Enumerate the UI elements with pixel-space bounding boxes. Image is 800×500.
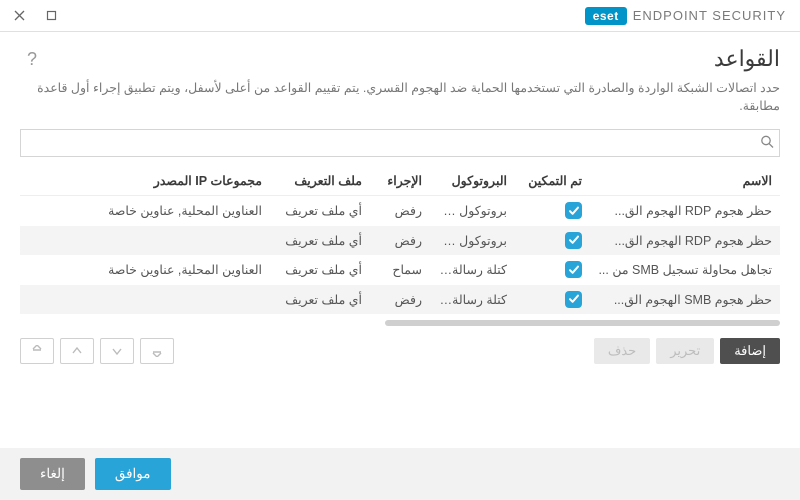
cell-name: حظر هجوم SMB الهجوم الق... [590,285,780,315]
cell-action: رفض [370,285,430,315]
col-enabled[interactable]: تم التمكين [515,166,590,196]
delete-button: حذف [594,338,650,364]
cell-ipgroups: العناوين المحلية, عناوين خاصة [20,196,270,226]
move-down-icon [100,338,134,364]
maximize-icon[interactable] [36,2,66,30]
table-row[interactable]: حظر هجوم SMB الهجوم الق... كتلة رسالة الخ… [20,285,780,315]
move-up-icon [60,338,94,364]
cell-protocol: بروتوكول س... [430,226,515,256]
cell-name: تجاهل محاولة تسجيل SMB من ... [590,255,780,285]
move-top-icon [20,338,54,364]
checkbox-icon[interactable] [565,291,582,308]
table-row[interactable]: حظر هجوم RDP الهجوم الق... بروتوكول س...ر… [20,196,780,226]
search-input[interactable] [20,129,780,157]
page-description: حدد اتصالات الشبكة الواردة والصادرة التي… [20,80,780,115]
table-row[interactable]: تجاهل محاولة تسجيل SMB من ... كتلة رسالة … [20,255,780,285]
dialog-footer: إلغاء موافق [0,448,800,500]
col-profile[interactable]: ملف التعريف [270,166,370,196]
col-action[interactable]: الإجراء [370,166,430,196]
cell-protocol: كتلة رسالة الخ... [430,285,515,315]
move-bottom-icon [140,338,174,364]
checkbox-icon[interactable] [565,232,582,249]
cell-name: حظر هجوم RDP الهجوم الق... [590,196,780,226]
brand-badge: eset [585,7,627,25]
edit-button: تحرير [656,338,714,364]
table-row[interactable]: حظر هجوم RDP الهجوم الق... بروتوكول س...ر… [20,226,780,256]
cell-profile: أي ملف تعريف [270,255,370,285]
cell-protocol: كتلة رسالة الخ... [430,255,515,285]
checkbox-icon[interactable] [565,202,582,219]
cell-enabled[interactable] [515,196,590,226]
titlebar: eset ENDPOINT SECURITY [0,0,800,32]
rules-table: الاسم تم التمكين البروتوكول الإجراء ملف … [20,165,780,328]
cell-profile: أي ملف تعريف [270,285,370,315]
cell-profile: أي ملف تعريف [270,226,370,256]
cancel-button[interactable]: إلغاء [20,458,85,490]
cell-protocol: بروتوكول س... [430,196,515,226]
help-icon[interactable]: ? [20,47,44,71]
col-ipgroups[interactable]: مجموعات IP المصدر [20,166,270,196]
ok-button[interactable]: موافق [95,458,171,490]
cell-profile: أي ملف تعريف [270,196,370,226]
page-title: القواعد [714,46,780,72]
col-name[interactable]: الاسم [590,166,780,196]
cell-action: رفض [370,196,430,226]
close-icon[interactable] [4,2,34,30]
checkbox-icon[interactable] [565,261,582,278]
cell-enabled[interactable] [515,255,590,285]
cell-ipgroups [20,285,270,315]
cell-action: سماح [370,255,430,285]
cell-ipgroups [20,226,270,256]
cell-enabled[interactable] [515,226,590,256]
cell-ipgroups: العناوين المحلية, عناوين خاصة [20,255,270,285]
cell-action: رفض [370,226,430,256]
product-name: ENDPOINT SECURITY [633,8,786,23]
horizontal-scrollbar[interactable] [20,320,780,328]
cell-enabled[interactable] [515,285,590,315]
cell-name: حظر هجوم RDP الهجوم الق... [590,226,780,256]
col-protocol[interactable]: البروتوكول [430,166,515,196]
add-button[interactable]: إضافة [720,338,780,364]
